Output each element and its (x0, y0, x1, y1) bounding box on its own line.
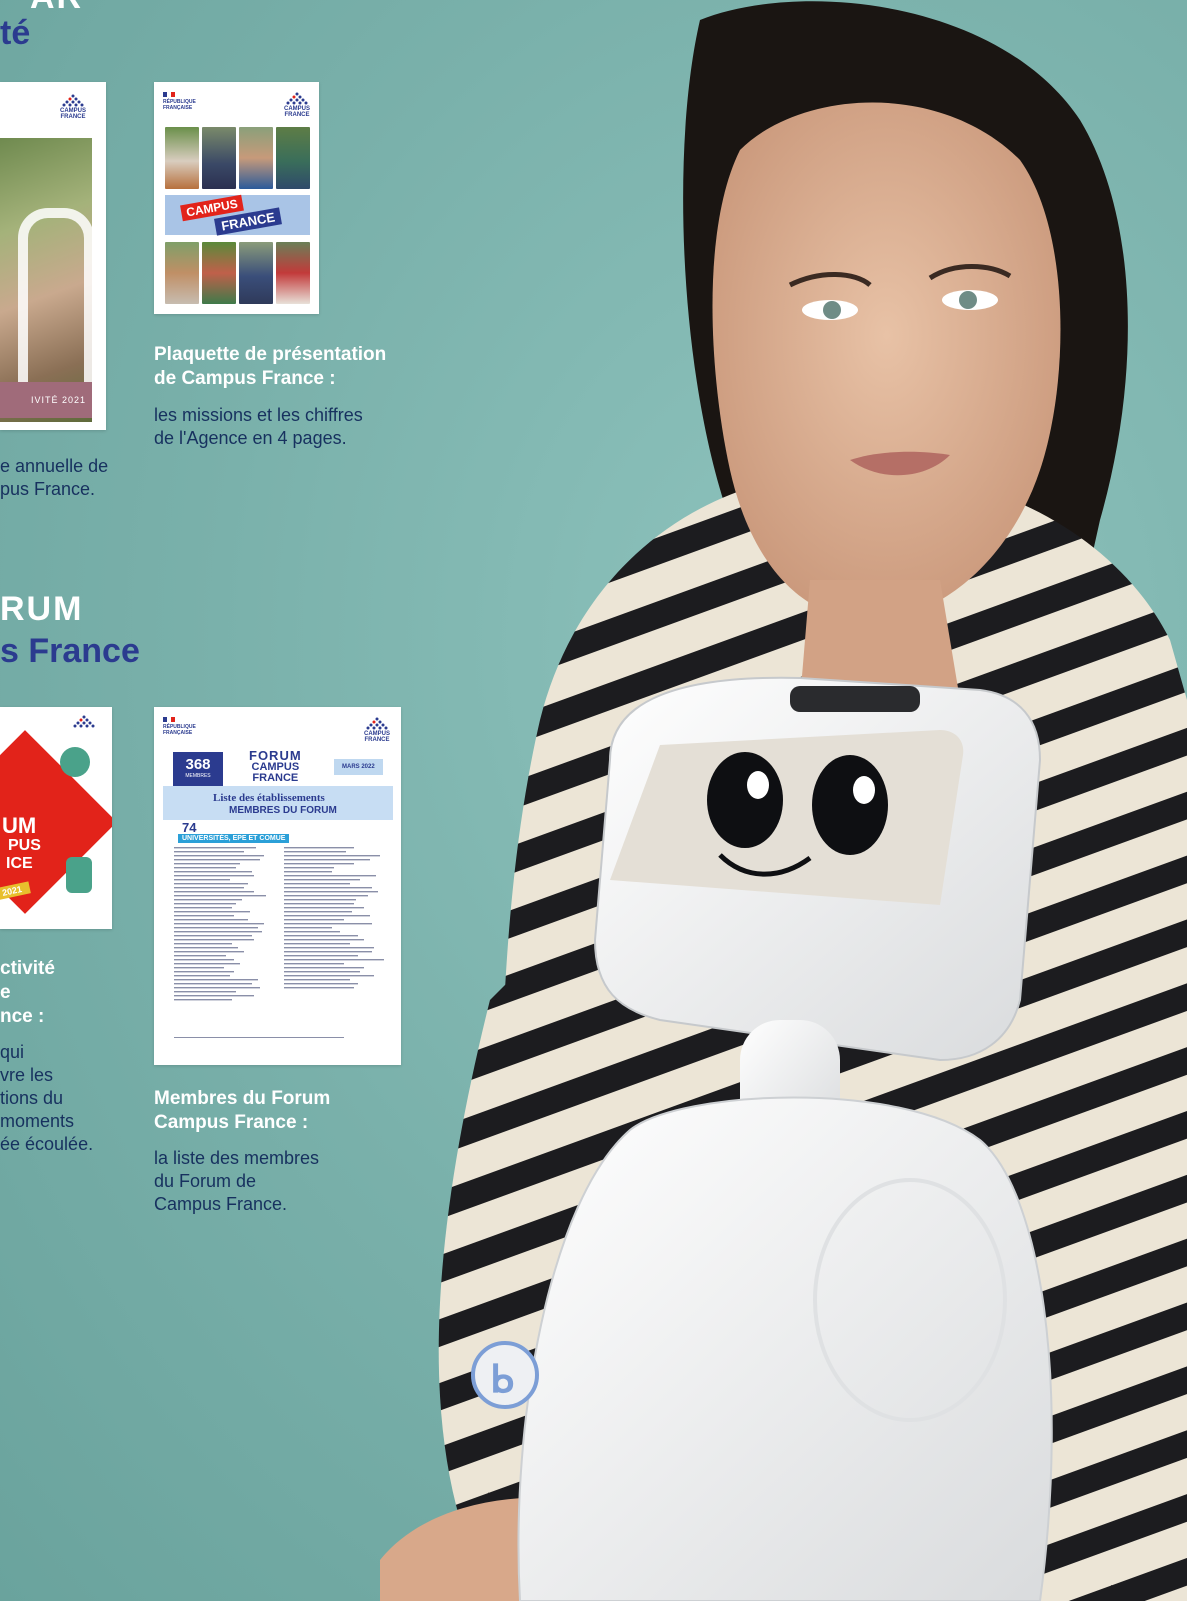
cover-forum-activity-report[interactable]: UM PUS ICE 2021 (0, 707, 112, 929)
svg-text:ᖯ: ᖯ (490, 1359, 514, 1401)
caption-members-body-1: la liste des membres (154, 1148, 320, 1168)
caption-forum-activity-title-2: e (0, 982, 11, 1003)
photo-student-1 (165, 127, 199, 189)
robot-eye-right (812, 755, 888, 855)
section-heading-forum-line1: RUM (0, 590, 84, 628)
robot-screen (610, 730, 964, 905)
campus-france-10-logo (72, 715, 96, 729)
republique-francaise-logo: RÉPUBLIQUE FRANÇAISE (163, 717, 196, 736)
photo-student-7 (239, 242, 273, 304)
campus-france-banner: CAMPUS FRANCE (165, 194, 310, 236)
photo-student-5 (165, 242, 199, 304)
forum-green-accent (66, 857, 92, 893)
campus-france-logo: CAMPUS FRANCE (284, 92, 310, 118)
woman-with-robot-photo: ᖯ (380, 1, 1187, 1601)
members-list-header: Liste des établissements MEMBRES DU FORU… (163, 786, 393, 820)
caption-forum-activity-body-2: vre les (0, 1065, 54, 1085)
caption-members-title-2: Campus France : (154, 1112, 309, 1133)
caption-forum-activity-body-5: ée écoulée. (0, 1134, 94, 1154)
cover-photo (0, 138, 94, 422)
caption-forum-activity-body-1: qui (0, 1042, 25, 1062)
photo-student-2 (202, 127, 236, 189)
republique-francaise-logo: RÉPUBLIQUE FRANÇAISE (163, 92, 196, 111)
cover-members-list[interactable]: RÉPUBLIQUE FRANÇAISE CAMPUS FRANCE 368 M… (154, 707, 401, 1065)
robot-body (517, 1096, 1053, 1601)
members-date-badge: MARS 2022 (334, 759, 383, 775)
campus-france-logo: CAMPUS FRANCE (60, 94, 86, 120)
caption-members-title-1: Membres du Forum (154, 1088, 331, 1109)
caption-plaquette-title-2: de Campus France : (154, 368, 336, 389)
members-subsection-label: UNIVERSITÉS, EPE ET COMUE (178, 834, 290, 843)
cover-year-band: IVITÉ 2021 (0, 382, 92, 418)
caption-forum-activity-body-4: moments (0, 1111, 75, 1131)
caption-members-body-3: Campus France. (154, 1194, 288, 1214)
caption-activity-body-2: pus France. (0, 479, 96, 499)
cover-activity-report[interactable]: CAMPUS FRANCE IVITÉ 2021 (0, 82, 106, 430)
robot-top-camera (790, 686, 920, 712)
caption-plaquette-body-1: les missions et les chiffres (154, 405, 363, 425)
section-heading-top: té (0, 14, 31, 52)
caption-forum-activity-title-3: nce : (0, 1006, 45, 1027)
robot-eye-left (707, 752, 783, 848)
photo-student-3 (239, 127, 273, 189)
caption-plaquette-body-2: de l'Agence en 4 pages. (154, 428, 347, 448)
section-heading-top-line1: ĀR (30, 0, 83, 17)
caption-members-body-2: du Forum de (154, 1171, 257, 1191)
caption-forum-activity-body-3: tions du (0, 1088, 64, 1108)
caption-activity-body-1: e annuelle de (0, 456, 109, 476)
photo-student-4 (276, 127, 310, 189)
section-heading-forum-line2: s France (0, 632, 140, 670)
members-list-columns (174, 847, 389, 1047)
cover-plaquette[interactable]: RÉPUBLIQUE FRANÇAISE CAMPUS FRANCE CAMPU… (154, 82, 319, 314)
members-count-box: 368 MEMBRES (173, 752, 223, 787)
caption-forum-activity-title-1: ctivité (0, 958, 55, 979)
forum-teal-accent (60, 747, 90, 777)
forum-logo: FORUM CAMPUS FRANCE (249, 748, 302, 784)
members-subsection-count: 74 (182, 820, 197, 835)
photo-student-6 (202, 242, 236, 304)
caption-plaquette-title-1: Plaquette de présentation (154, 344, 387, 365)
photo-student-8 (276, 242, 310, 304)
